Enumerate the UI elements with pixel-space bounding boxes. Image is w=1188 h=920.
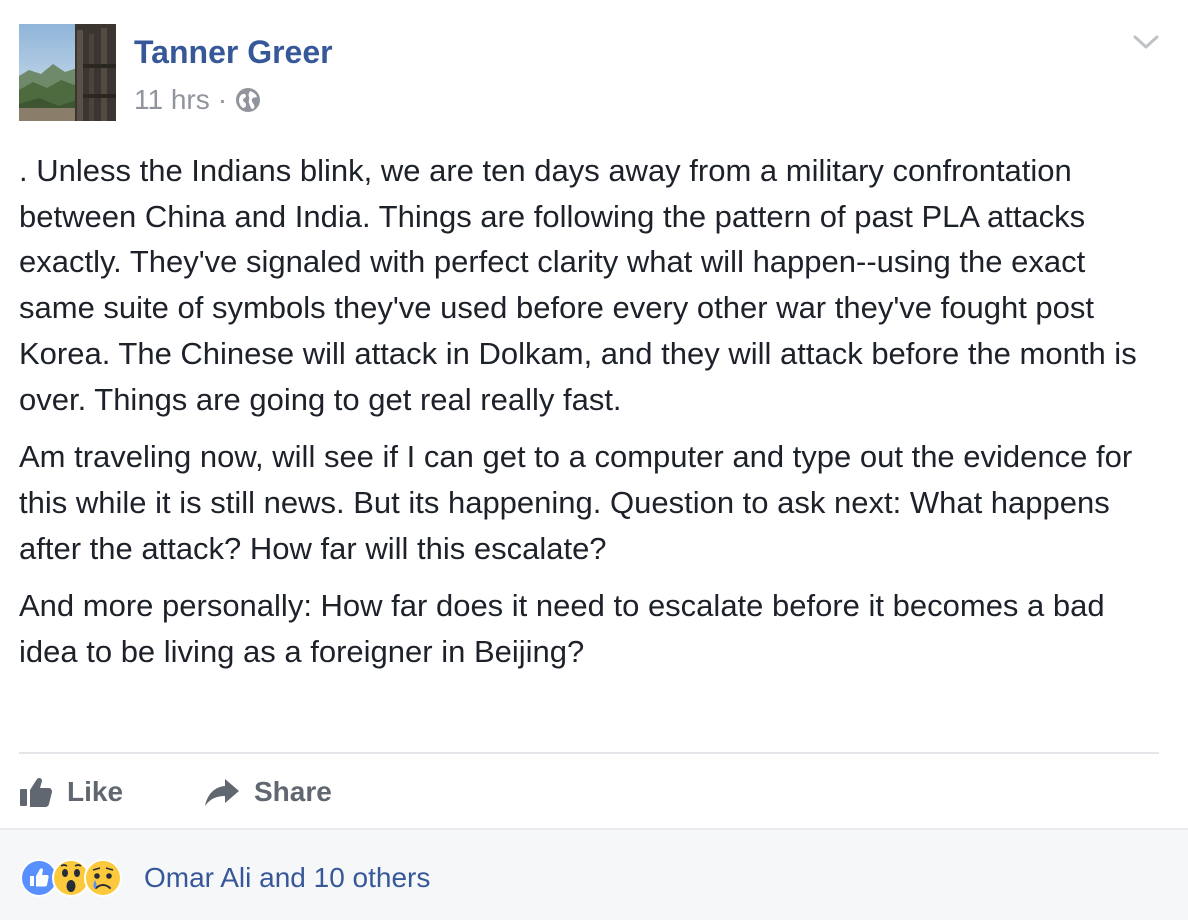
- post-body: . Unless the Indians blink, we are ten d…: [19, 148, 1169, 675]
- sad-reaction-icon: [84, 859, 122, 897]
- facebook-post: Tanner Greer 11 hrs · . Unless the India…: [0, 0, 1188, 920]
- like-reaction-icon: [20, 859, 58, 897]
- author-avatar[interactable]: [19, 24, 116, 121]
- reaction-icons[interactable]: [19, 858, 139, 898]
- globe-icon[interactable]: [235, 87, 261, 113]
- divider: [19, 752, 1159, 754]
- thumbs-up-icon: [20, 777, 52, 807]
- post-paragraph: And more personally: How far does it nee…: [19, 588, 1105, 670]
- post-timestamp[interactable]: 11 hrs: [134, 84, 210, 116]
- share-arrow-icon: [205, 779, 239, 806]
- post-paragraph: Am traveling now, will see if I can get …: [19, 439, 1133, 566]
- share-button[interactable]: Share: [204, 770, 332, 814]
- wow-reaction-icon: [52, 859, 90, 897]
- like-label: Like: [67, 776, 124, 807]
- like-button[interactable]: Like: [19, 770, 123, 814]
- author-name-link[interactable]: Tanner Greer: [134, 32, 333, 72]
- share-label: Share: [254, 776, 332, 807]
- avatar-photo: [19, 24, 116, 121]
- post-meta: 11 hrs ·: [134, 82, 261, 118]
- chevron-down-icon[interactable]: [1132, 32, 1160, 52]
- post-paragraph: . Unless the Indians blink, we are ten d…: [19, 153, 1137, 417]
- reactions-footer: Omar Ali and 10 others: [0, 828, 1188, 920]
- meta-separator: ·: [217, 84, 228, 115]
- reactions-summary-link[interactable]: Omar Ali and 10 others: [144, 858, 430, 898]
